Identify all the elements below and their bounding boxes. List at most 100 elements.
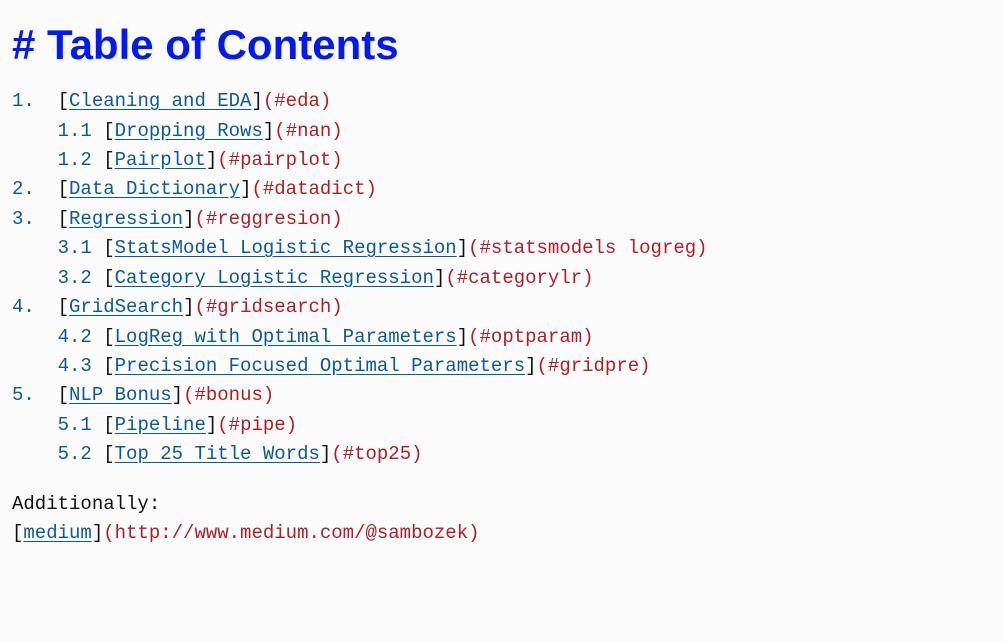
medium-link-row[interactable]: [medium](http://www.medium.com/@sambozek… [12,519,992,548]
bracket-close: ] [263,120,274,142]
toc-anchor: #statsmodels logreg [480,237,697,259]
bracket-open: [ [103,326,114,348]
bracket-open: [ [103,443,114,465]
toc-row[interactable]: 4. [GridSearch](#gridsearch) [12,293,992,322]
toc-link-text[interactable]: Category Logistic Regression [115,267,434,289]
toc-link-text[interactable]: Pipeline [115,414,206,436]
toc-anchor: #gridpre [548,355,639,377]
toc-link-text[interactable]: LogReg with Optimal Parameters [115,326,457,348]
bracket-close: ] [183,296,194,318]
paren-open: ( [217,149,228,171]
toc-row[interactable]: 5. [NLP Bonus](#bonus) [12,381,992,410]
paren-open: ( [274,120,285,142]
toc-link-text[interactable]: StatsModel Logistic Regression [115,237,457,259]
toc-link-text[interactable]: Dropping Rows [115,120,263,142]
bracket-open: [ [58,384,69,406]
toc-row[interactable]: 3.1 [StatsModel Logistic Regression](#st… [12,234,992,263]
paren-open: ( [194,296,205,318]
toc-row[interactable]: 5.2 [Top 25 Title Words](#top25) [12,440,992,469]
toc-anchor: #nan [286,120,332,142]
toc-link-text[interactable]: Pairplot [115,149,206,171]
toc-number: 3.1 [58,237,92,259]
toc-number: 5. [12,384,35,406]
toc-link-text[interactable]: Regression [69,208,183,230]
additionally-label: Additionally: [12,490,992,519]
toc-link-text[interactable]: GridSearch [69,296,183,318]
toc-number: 4. [12,296,35,318]
bracket-open: [ [103,355,114,377]
toc-anchor: #top25 [343,443,411,465]
paren-close: ) [331,208,342,230]
toc-number: 1.2 [58,149,92,171]
toc-anchor: #gridsearch [206,296,331,318]
toc-link-text[interactable]: Precision Focused Optimal Parameters [115,355,525,377]
toc-number: 3.2 [58,267,92,289]
bracket-open: [ [103,149,114,171]
paren-close: ) [263,384,274,406]
bracket-open: [ [103,120,114,142]
bracket-open: [ [58,208,69,230]
bracket-close: ] [206,414,217,436]
paren-open: ( [468,326,479,348]
paren-open: ( [468,237,479,259]
bracket-close: ] [240,178,251,200]
toc-link-text[interactable]: Top 25 Title Words [115,443,320,465]
footer: Additionally: [medium](http://www.medium… [12,490,992,549]
toc-number: 5.1 [58,414,92,436]
paren-close: ) [582,326,593,348]
bracket-open: [ [58,178,69,200]
bracket-open: [ [58,296,69,318]
bracket-close: ] [457,326,468,348]
toc-anchor: #reggresion [206,208,331,230]
toc-row[interactable]: 1.1 [Dropping Rows](#nan) [12,117,992,146]
toc-row[interactable]: 2. [Data Dictionary](#datadict) [12,175,992,204]
bracket-close: ] [92,522,103,544]
toc-anchor: #optparam [480,326,583,348]
paren-close: ) [286,414,297,436]
toc-number: 4.2 [58,326,92,348]
toc-anchor: #bonus [194,384,262,406]
toc-anchor: #categorylr [457,267,582,289]
bracket-open: [ [103,414,114,436]
paren-close: ) [331,120,342,142]
bracket-close: ] [206,149,217,171]
bracket-open: [ [103,237,114,259]
paren-close: ) [582,267,593,289]
toc-number: 3. [12,208,35,230]
paren-close: ) [331,296,342,318]
bracket-open: [ [12,522,23,544]
toc-anchor: #pairplot [229,149,332,171]
toc-row[interactable]: 4.2 [LogReg with Optimal Parameters](#op… [12,323,992,352]
toc-number: 2. [12,178,35,200]
bracket-close: ] [172,384,183,406]
paren-close: ) [411,443,422,465]
toc: 1. [Cleaning and EDA](#eda) 1.1 [Droppin… [12,87,992,470]
paren-open: ( [183,384,194,406]
toc-link-text[interactable]: Cleaning and EDA [69,90,251,112]
toc-link-text[interactable]: NLP Bonus [69,384,172,406]
toc-row[interactable]: 3.2 [Category Logistic Regression](#cate… [12,264,992,293]
bracket-close: ] [183,208,194,230]
toc-number: 1.1 [58,120,92,142]
toc-row[interactable]: 5.1 [Pipeline](#pipe) [12,411,992,440]
toc-number: 5.2 [58,443,92,465]
bracket-close: ] [251,90,262,112]
toc-link-text[interactable]: Data Dictionary [69,178,240,200]
paren-open: ( [251,178,262,200]
toc-row[interactable]: 3. [Regression](#reggresion) [12,205,992,234]
paren-open: ( [194,208,205,230]
toc-row[interactable]: 4.3 [Precision Focused Optimal Parameter… [12,352,992,381]
medium-link-text[interactable]: medium [23,522,91,544]
toc-row[interactable]: 1.2 [Pairplot](#pairplot) [12,146,992,175]
paren-open: ( [217,414,228,436]
bracket-open: [ [58,90,69,112]
medium-url: http://www.medium.com/@sambozek [115,522,468,544]
toc-number: 1. [12,90,35,112]
paren-close: ) [468,522,479,544]
bracket-close: ] [525,355,536,377]
paren-close: ) [366,178,377,200]
toc-row[interactable]: 1. [Cleaning and EDA](#eda) [12,87,992,116]
bracket-close: ] [434,267,445,289]
toc-anchor: #eda [274,90,320,112]
page-title: # Table of Contents [12,12,992,77]
